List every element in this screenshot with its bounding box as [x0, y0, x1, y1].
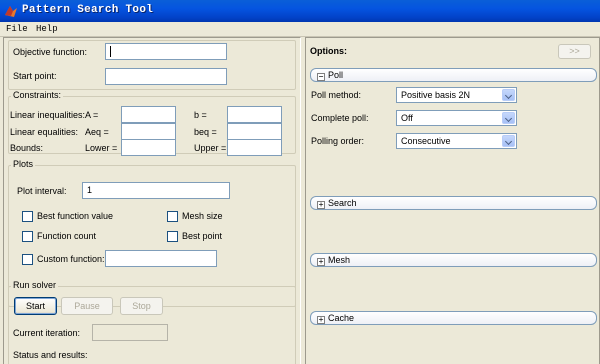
cache-section-header[interactable]: + Cache [310, 311, 597, 325]
start-point-label: Start point: [13, 71, 57, 81]
options-title: Options: [310, 46, 347, 56]
cache-header-label: Cache [328, 313, 355, 323]
poll-method-label: Poll method: [311, 90, 362, 100]
title-bar: Pattern Search Tool [0, 0, 600, 22]
start-point-input[interactable] [105, 68, 227, 85]
problem-setup-panel: Objective function: Start point: Constra… [3, 37, 301, 364]
lower-bound-input[interactable] [121, 139, 176, 156]
plots-title: Plots [11, 159, 36, 170]
matlab-icon [5, 6, 17, 17]
bounds-label: Bounds: [10, 143, 44, 153]
aeq-input[interactable] [121, 123, 176, 140]
poll-method-select[interactable]: Positive basis 2N [396, 87, 517, 103]
best-function-value-checkbox[interactable] [22, 211, 33, 222]
best-function-value-label: Best function value [37, 211, 114, 221]
window-title: Pattern Search Tool [22, 4, 154, 16]
objective-function-input[interactable] [105, 43, 227, 60]
b-input[interactable] [227, 106, 282, 123]
polling-order-select[interactable]: Consecutive [396, 133, 517, 149]
a-label: A = [85, 110, 99, 120]
menu-file[interactable]: File [6, 24, 28, 34]
complete-poll-select[interactable]: Off [396, 110, 517, 126]
run-solver-title: Run solver [11, 280, 59, 291]
plot-interval-input[interactable]: 1 [82, 182, 230, 199]
expand-icon: + [317, 200, 325, 209]
chevron-down-icon [502, 89, 515, 101]
current-iteration-field [92, 324, 168, 341]
search-header-label: Search [328, 198, 357, 208]
poll-header-label: Poll [328, 70, 344, 80]
polling-order-label: Polling order: [311, 136, 365, 146]
constraints-title: Constraints: [11, 90, 64, 101]
mesh-header-label: Mesh [328, 255, 351, 265]
best-point-checkbox[interactable] [167, 231, 178, 242]
status-results-label: Status and results: [13, 350, 88, 360]
pause-button[interactable]: Pause [61, 297, 113, 315]
linear-equalities-label: Linear equalities: [10, 127, 79, 137]
mesh-size-checkbox[interactable] [167, 211, 178, 222]
menu-help[interactable]: Help [36, 24, 58, 34]
linear-inequalities-label: Linear inequalities: [10, 110, 86, 120]
options-panel: Options: >> − Poll Poll method: Positive … [305, 37, 600, 364]
lower-label: Lower = [85, 143, 118, 153]
mesh-section-header[interactable]: + Mesh [310, 253, 597, 267]
current-iteration-label: Current iteration: [13, 328, 81, 338]
text-cursor [110, 46, 111, 57]
custom-function-input[interactable] [105, 250, 217, 267]
a-input[interactable] [121, 106, 176, 123]
function-count-label: Function count [37, 231, 97, 241]
upper-bound-input[interactable] [227, 139, 282, 156]
function-count-checkbox[interactable] [22, 231, 33, 242]
chevron-down-icon [502, 112, 515, 124]
upper-label: Upper = [194, 143, 227, 153]
b-label: b = [194, 110, 207, 120]
plot-interval-label: Plot interval: [17, 186, 67, 196]
beq-input[interactable] [227, 123, 282, 140]
collapse-icon: − [317, 72, 325, 81]
mesh-size-label: Mesh size [182, 211, 223, 221]
menu-bar: File Help [0, 22, 600, 37]
objective-function-label: Objective function: [13, 47, 88, 57]
search-section-header[interactable]: + Search [310, 196, 597, 210]
expand-icon: + [317, 257, 325, 266]
stop-button[interactable]: Stop [120, 297, 163, 315]
expand-icon: + [317, 315, 325, 324]
custom-function-checkbox[interactable] [22, 254, 33, 265]
complete-poll-label: Complete poll: [311, 113, 369, 123]
collapse-options-button[interactable]: >> [558, 44, 591, 59]
poll-section-header[interactable]: − Poll [310, 68, 597, 82]
best-point-label: Best point [182, 231, 223, 241]
start-button[interactable]: Start [14, 297, 57, 315]
beq-label: beq = [194, 127, 217, 137]
custom-function-label: Custom function: [37, 254, 105, 264]
chevron-down-icon [502, 135, 515, 147]
aeq-label: Aeq = [85, 127, 109, 137]
